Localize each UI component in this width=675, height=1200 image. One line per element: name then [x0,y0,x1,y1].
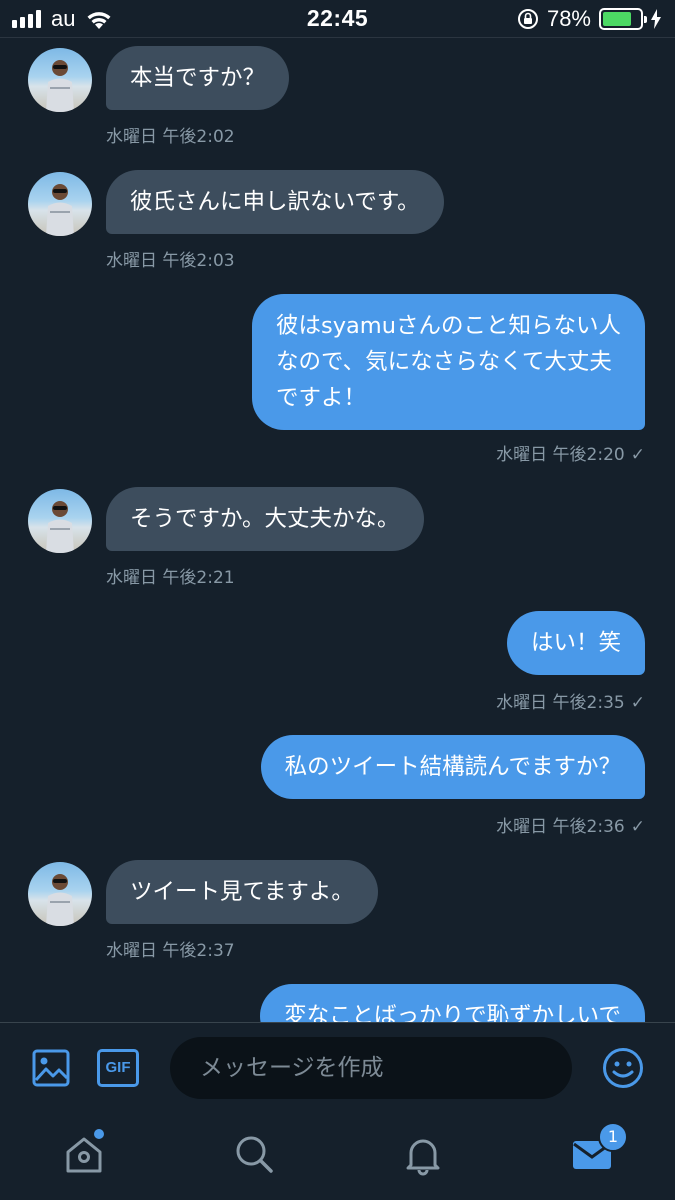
message-bubble-received[interactable]: ツイート見てますよ。 [106,860,378,924]
message-line: 彼はsyamuさんのこと知らない人 [275,313,621,339]
person-icon [46,874,74,926]
timestamp-text: 水曜日 午後2:36 [496,817,625,837]
message-timestamp: 水曜日 午後2:36 ✓ [496,812,645,837]
conversation[interactable]: 本当ですか？ 水曜日 午後2:02 彼氏さんに申し訳ないです。 水曜日 午後2:… [0,38,675,1022]
emoji-icon[interactable] [602,1047,644,1089]
message-timestamp: 水曜日 午後2:02 [106,127,235,147]
message-bubble-sent[interactable]: はい！笑 [506,611,645,675]
gif-icon[interactable]: GIF [97,1049,139,1087]
timestamp-text: 水曜日 午後2:35 [496,693,625,713]
charging-icon [651,9,661,29]
battery-fill [603,12,632,26]
message-bubble-received[interactable]: 彼氏さんに申し訳ないです。 [106,170,444,234]
message-timestamp: 水曜日 午後2:20 ✓ [496,440,645,465]
avatar[interactable] [28,489,92,553]
image-icon[interactable] [32,1049,70,1087]
check-icon: ✓ [630,693,645,713]
check-icon: ✓ [630,817,645,837]
message-bubble-sent[interactable]: 彼はsyamuさんのこと知らない人 なので、気になさらなくて大丈夫 ですよ！ [251,294,645,430]
messages-badge: 1 [598,1122,628,1152]
battery-percent: 78% [546,6,591,31]
status-bar: au 22:45 78% [0,0,675,38]
message-input[interactable]: メッセージを作成 [170,1037,572,1099]
check-icon: ✓ [630,445,645,465]
person-icon [46,501,74,553]
message-timestamp: 水曜日 午後2:21 [106,568,235,588]
avatar[interactable] [28,172,92,236]
person-icon [46,60,74,112]
message-timestamp: 水曜日 午後2:37 [106,941,235,961]
notifications-icon[interactable] [401,1132,445,1176]
message-line: なので、気になさらなくて大丈夫 [275,349,612,375]
home-notification-dot [94,1129,104,1139]
avatar[interactable] [28,862,92,926]
message-timestamp: 水曜日 午後2:35 ✓ [496,688,645,713]
message-bubble-sent[interactable]: 私のツイート結構読んでますか？ [260,735,645,799]
person-icon [46,184,74,236]
message-timestamp: 水曜日 午後2:03 [106,251,235,271]
message-line: ですよ！ [275,385,366,411]
message-bubble-received[interactable]: そうですか。大丈夫かな。 [106,487,424,551]
battery-icon [599,8,647,30]
search-icon[interactable] [232,1132,276,1176]
rotation-lock-icon [517,9,538,29]
status-right: 78% [517,6,661,32]
message-composer: GIF メッセージを作成 [0,1022,675,1114]
timestamp-text: 水曜日 午後2:20 [496,445,625,465]
message-bubble-received[interactable]: 本当ですか？ [106,46,290,110]
tab-bar [0,1114,675,1200]
message-bubble-sent[interactable]: 変なことばっかりで恥ずかしいで [260,984,645,1022]
avatar[interactable] [28,48,92,112]
